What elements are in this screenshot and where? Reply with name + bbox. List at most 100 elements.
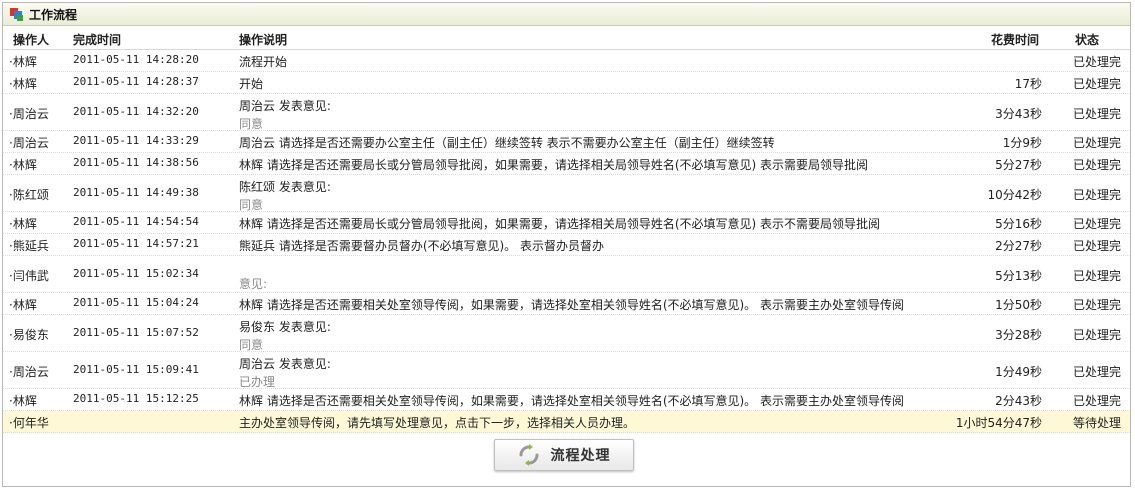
row-operator: ·林辉 <box>9 158 37 172</box>
row-time: 2011-05-11 14:33:29 <box>73 134 199 147</box>
row-description: 流程开始 <box>239 53 287 70</box>
workflow-panel: 工作流程 操作人 完成时间 操作说明 花费时间 状态 ·林辉 2011-05-11… <box>2 2 1131 487</box>
table-row: ·林辉 2011-05-11 14:28:37 开始 17秒 已处理完 <box>3 72 1130 94</box>
row-cost: 1小时54分47秒 <box>955 416 1042 430</box>
table-row: ·何年华 主办处室领导传阅，请先填写处理意见，点击下一步，选择相关人员办理。 1小时… <box>3 411 1130 433</box>
row-cost: 1分49秒 <box>995 364 1042 379</box>
row-description-text: 周治云 发表意见: <box>239 99 331 113</box>
row-status: 已处理完 <box>1073 136 1122 150</box>
row-time: 2011-05-11 15:02:34 <box>73 266 199 280</box>
row-cost: 5分27秒 <box>995 158 1042 172</box>
row-operator: ·林辉 <box>9 55 37 69</box>
workflow-table-body: ·林辉 2011-05-11 14:28:20 流程开始 已处理完 ·林辉 2011-05… <box>3 50 1130 433</box>
row-description-text: 林辉 请选择是否还需要相关处室领导传阅，如果需要，请选择处室相关领导姓名(不必填… <box>239 394 904 408</box>
row-description-text: 流程开始 <box>239 55 288 69</box>
row-opinion-text: 同意 <box>239 198 264 212</box>
row-description: 熊延兵 请选择是否需要督办员督办(不必填写意见)。 表示督办员督办 <box>239 237 604 254</box>
row-operator: ·林辉 <box>9 217 37 231</box>
row-opinion-text: 意见: <box>239 277 268 291</box>
row-description-text: 熊延兵 请选择是否需要督办员督办(不必填写意见)。 表示督办员督办 <box>239 239 604 253</box>
table-row: ·陈红颂 2011-05-11 14:49:38 陈红颂 发表意见: 同意 10分42秒… <box>3 175 1130 212</box>
row-operator: ·周治云 <box>9 106 49 121</box>
row-status: 已处理完 <box>1073 364 1122 379</box>
row-status: 已处理完 <box>1073 298 1122 312</box>
row-cost: 3分28秒 <box>995 327 1042 342</box>
table-row: ·林辉 2011-05-11 15:12:25 林辉 请选择是否还需要相关处室领导传… <box>3 389 1130 411</box>
row-time: 2011-05-11 14:28:37 <box>73 75 199 88</box>
table-row: ·林辉 2011-05-11 15:04:24 林辉 请选择是否还需要相关处室领导传… <box>3 293 1130 315</box>
row-time: 2011-05-11 14:28:20 <box>73 53 199 66</box>
row-cost: 5分13秒 <box>995 268 1042 283</box>
header-operator: 操作人 <box>13 33 50 47</box>
table-row: ·周治云 2011-05-11 15:09:41 周治云 发表意见: 已办理 1分49秒… <box>3 352 1130 389</box>
row-description: 周治云 请选择是否还需要办公室主任（副主任）继续签转 表示不需要办公室主任（副主… <box>239 134 775 151</box>
row-description-text <box>239 259 267 274</box>
row-description: 意见: <box>239 259 267 292</box>
row-time: 2011-05-11 14:32:20 <box>73 104 199 118</box>
table-row: ·闫伟武 2011-05-11 15:02:34 意见: 5分13秒 已处理完 <box>3 256 1130 293</box>
row-status: 已处理完 <box>1073 239 1122 253</box>
process-button-label: 流程处理 <box>550 448 611 464</box>
row-cost: 3分43秒 <box>995 106 1042 121</box>
row-status: 已处理完 <box>1073 268 1122 283</box>
row-cost: 17秒 <box>1014 77 1042 91</box>
row-description-text: 易俊东 发表意见: <box>239 320 331 334</box>
row-time: 2011-05-11 14:57:21 <box>73 237 199 250</box>
row-time: 2011-05-11 15:12:25 <box>73 392 199 405</box>
row-time: 2011-05-11 14:49:38 <box>73 185 199 199</box>
table-header: 操作人 完成时间 操作说明 花费时间 状态 <box>3 27 1130 50</box>
header-cost: 花费时间 <box>991 33 1040 47</box>
row-cost: 5分16秒 <box>995 217 1042 231</box>
row-time: 2011-05-11 15:07:52 <box>73 325 199 339</box>
panel-titlebar: 工作流程 <box>3 3 1130 26</box>
table-row: ·周治云 2011-05-11 14:32:20 周治云 发表意见: 同意 3分43秒 已… <box>3 94 1130 131</box>
row-opinion-text: 同意 <box>239 117 264 131</box>
process-workflow-button[interactable]: 流程处理 <box>493 439 634 471</box>
row-description: 林辉 请选择是否还需要局长或分管局领导批阅，如果需要，请选择相关局领导姓名(不必… <box>239 156 868 173</box>
table-row: ·林辉 2011-05-11 14:38:56 林辉 请选择是否还需要局长或分管局领… <box>3 153 1130 175</box>
row-status: 已处理完 <box>1073 327 1122 342</box>
row-opinion-text: 已办理 <box>239 375 276 389</box>
row-description-text: 主办处室领导传阅，请先填写处理意见，点击下一步，选择相关人员办理。 <box>239 416 636 430</box>
row-opinion-text: 同意 <box>239 338 264 352</box>
workflow-icon <box>10 8 23 21</box>
row-operator: ·易俊东 <box>9 327 49 342</box>
row-description: 陈红颂 发表意见: 同意 <box>239 178 331 213</box>
row-description-text: 林辉 请选择是否还需要相关处室领导传阅，如果需要，请选择处室相关领导姓名(不必填… <box>239 298 904 312</box>
row-operator: ·陈红颂 <box>9 187 49 202</box>
row-description: 周治云 发表意见: 同意 <box>239 97 331 132</box>
refresh-icon <box>519 444 538 466</box>
row-operator: ·周治云 <box>9 136 49 150</box>
row-description: 周治云 发表意见: 已办理 <box>239 355 331 390</box>
header-time: 完成时间 <box>73 33 122 47</box>
row-description: 林辉 请选择是否还需要相关处室领导传阅，如果需要，请选择处室相关领导姓名(不必填… <box>239 392 904 409</box>
row-cost: 2分27秒 <box>995 239 1042 253</box>
row-time: 2011-05-11 14:38:56 <box>73 156 199 169</box>
row-operator: ·林辉 <box>9 394 37 408</box>
panel-title: 工作流程 <box>29 7 78 22</box>
row-status: 已处理完 <box>1073 55 1122 69</box>
header-status: 状态 <box>1075 33 1100 47</box>
row-status: 已处理完 <box>1073 158 1122 172</box>
row-cost: 1分9秒 <box>1002 136 1042 150</box>
header-desc: 操作说明 <box>239 33 288 47</box>
row-operator: ·周治云 <box>9 364 49 379</box>
row-description-text: 林辉 请选择是否还需要局长或分管局领导批阅，如果需要，请选择相关局领导姓名(不必… <box>239 217 880 231</box>
row-time: 2011-05-11 15:04:24 <box>73 296 199 309</box>
row-cost: 1分50秒 <box>995 298 1042 312</box>
row-operator: ·林辉 <box>9 298 37 312</box>
row-status: 已处理完 <box>1073 394 1122 408</box>
row-status: 已处理完 <box>1073 77 1122 91</box>
row-description-text: 周治云 发表意见: <box>239 357 331 371</box>
row-status: 已处理完 <box>1073 217 1122 231</box>
row-description: 林辉 请选择是否还需要相关处室领导传阅，如果需要，请选择处室相关领导姓名(不必填… <box>239 296 904 313</box>
row-time: 2011-05-11 15:09:41 <box>73 362 199 376</box>
row-description: 易俊东 发表意见: 同意 <box>239 318 331 353</box>
table-row: ·林辉 2011-05-11 14:28:20 流程开始 已处理完 <box>3 50 1130 72</box>
table-row: ·周治云 2011-05-11 14:33:29 周治云 请选择是否还需要办公室主任… <box>3 131 1130 153</box>
table-row: ·易俊东 2011-05-11 15:07:52 易俊东 发表意见: 同意 3分28秒 已… <box>3 315 1130 352</box>
row-description-text: 周治云 请选择是否还需要办公室主任（副主任）继续签转 表示不需要办公室主任（副主… <box>239 136 775 150</box>
row-status: 已处理完 <box>1073 187 1122 202</box>
row-description-text: 开始 <box>239 77 264 91</box>
row-status: 已处理完 <box>1073 106 1122 121</box>
